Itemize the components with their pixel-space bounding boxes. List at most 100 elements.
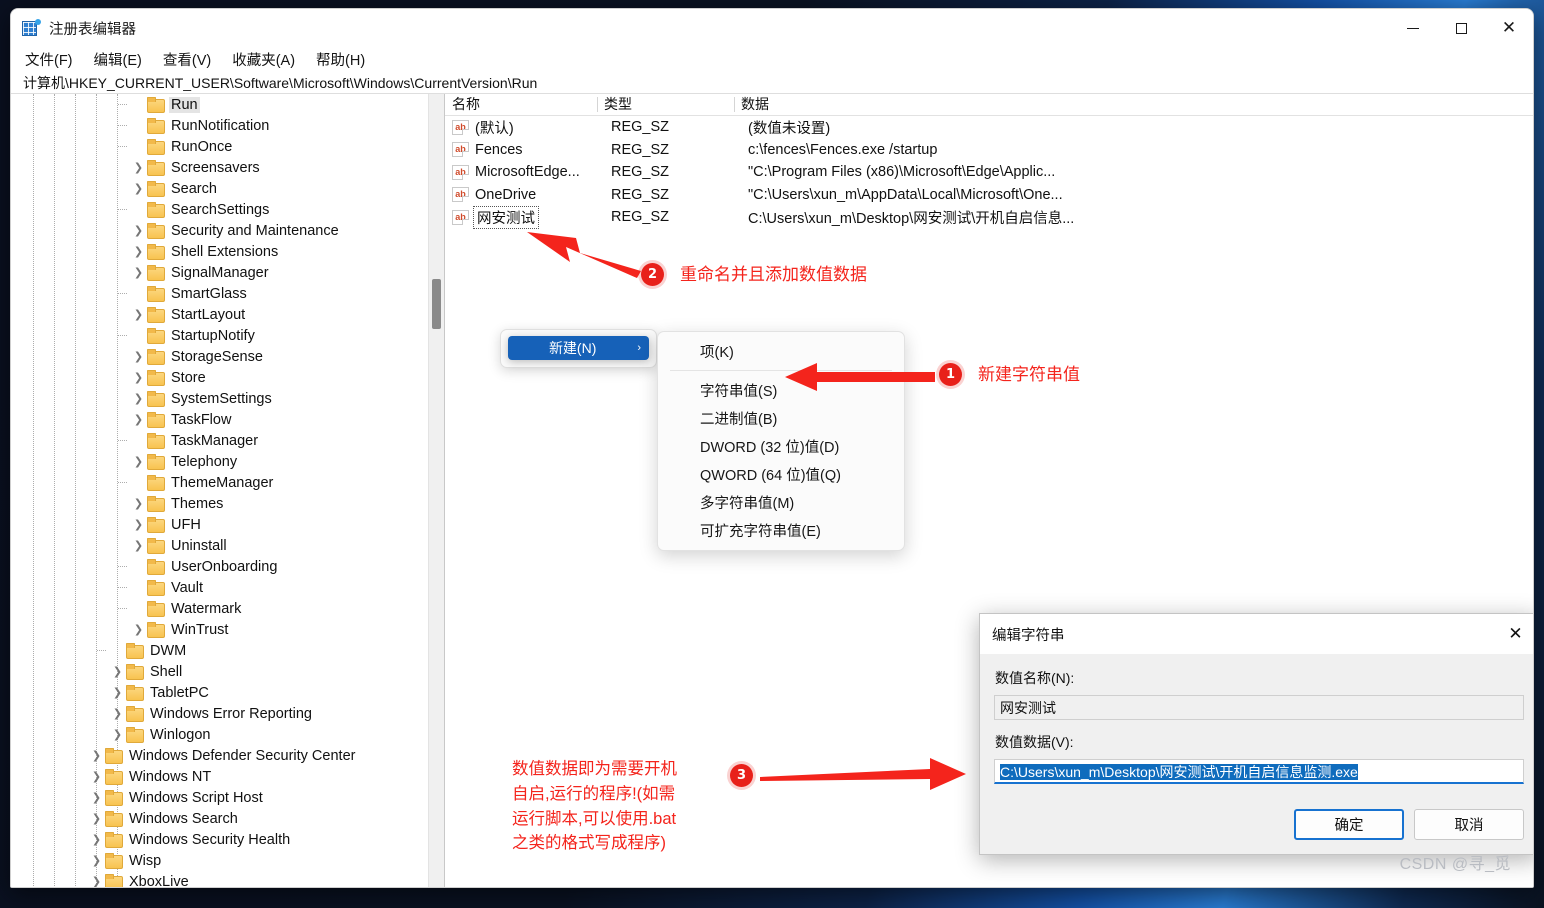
ok-button[interactable]: 确定 <box>1294 809 1404 840</box>
tree-item-windows-security-health[interactable]: ❯ Windows Security Health <box>11 829 428 850</box>
tree-item-themes[interactable]: ❯ Themes <box>11 493 428 514</box>
chevron-right-icon[interactable]: ❯ <box>130 346 147 367</box>
close-button[interactable]: ✕ <box>1485 9 1533 47</box>
chevron-right-icon[interactable]: ❯ <box>109 724 126 745</box>
tree-item-windows-nt[interactable]: ❯ Windows NT <box>11 766 428 787</box>
value-data-input[interactable]: C:\Users\xun_m\Desktop\网安测试\开机自启信息监测.exe <box>994 759 1524 784</box>
menu-item-edit[interactable]: 编辑(E) <box>94 49 142 70</box>
tree-item-windows-search[interactable]: ❯ Windows Search <box>11 808 428 829</box>
tree-item-search[interactable]: ❯ Search <box>11 178 428 199</box>
submenu-item-multi-string-value[interactable]: 多字符串值(M) <box>658 488 904 516</box>
tree-item-storagesense[interactable]: ❯ StorageSense <box>11 346 428 367</box>
tree-item-searchsettings[interactable]: SearchSettings <box>11 199 428 220</box>
tree-item-store[interactable]: ❯ Store <box>11 367 428 388</box>
dialog-close-button[interactable]: ✕ <box>1493 614 1533 654</box>
tree-item-shell-extensions[interactable]: ❯ Shell Extensions <box>11 241 428 262</box>
column-header-type[interactable]: 类型 <box>597 94 734 115</box>
chevron-right-icon[interactable]: ❯ <box>130 535 147 556</box>
chevron-right-icon[interactable]: ❯ <box>88 829 105 850</box>
menu-item-file[interactable]: 文件(F) <box>25 49 73 70</box>
tree-item-ufh[interactable]: ❯ UFH <box>11 514 428 535</box>
chevron-right-icon[interactable]: ❯ <box>130 304 147 325</box>
tree-item-screensavers[interactable]: ❯ Screensavers <box>11 157 428 178</box>
tree-scrollbar-thumb[interactable] <box>432 279 441 329</box>
chevron-right-icon[interactable]: ❯ <box>130 220 147 241</box>
tree-item-taskflow[interactable]: ❯ TaskFlow <box>11 409 428 430</box>
tree-item-smartglass[interactable]: SmartGlass <box>11 283 428 304</box>
menu-item-favorites[interactable]: 收藏夹(A) <box>232 49 295 70</box>
tree-item-windows-script-host[interactable]: ❯ Windows Script Host <box>11 787 428 808</box>
column-header-name[interactable]: 名称 <box>445 94 597 115</box>
address-bar[interactable]: 计算机\HKEY_CURRENT_USER\Software\Microsoft… <box>11 72 1533 94</box>
table-row[interactable]: ab 网安测试 REG_SZ C:\Users\xun_m\Desktop\网安测试\… <box>445 205 1533 229</box>
submenu-item-key[interactable]: 项(K) <box>658 337 904 365</box>
tree-item-telephony[interactable]: ❯ Telephony <box>11 451 428 472</box>
annotation-text-3: 数值数据即为需要开机 自启,运行的程序!(如需 运行脚本,可以使用.bat 之类… <box>512 760 677 853</box>
tree-item-xboxlive[interactable]: ❯ XboxLive <box>11 871 428 887</box>
chevron-right-icon[interactable]: ❯ <box>88 745 105 766</box>
tree-item-wisp[interactable]: ❯ Wisp <box>11 850 428 871</box>
tree-item-watermark[interactable]: Watermark <box>11 598 428 619</box>
chevron-right-icon[interactable]: ❯ <box>130 367 147 388</box>
tree-item-thememanager[interactable]: ThemeManager <box>11 472 428 493</box>
chevron-right-icon[interactable]: ❯ <box>109 703 126 724</box>
submenu-item-qword-value[interactable]: QWORD (64 位)值(Q) <box>658 460 904 488</box>
submenu-item-expandable-string-value[interactable]: 可扩充字符串值(E) <box>658 516 904 544</box>
chevron-right-icon[interactable]: ❯ <box>130 388 147 409</box>
chevron-right-icon[interactable]: ❯ <box>88 787 105 808</box>
maximize-button[interactable] <box>1437 9 1485 47</box>
chevron-right-icon[interactable]: ❯ <box>130 451 147 472</box>
chevron-right-icon[interactable]: ❯ <box>88 766 105 787</box>
chevron-right-icon[interactable]: ❯ <box>88 871 105 887</box>
context-menu-item-new[interactable]: 新建(N) › <box>508 336 649 360</box>
column-header-data[interactable]: 数据 <box>734 94 1084 115</box>
tree-item-startupnotify[interactable]: StartupNotify <box>11 325 428 346</box>
minimize-button[interactable] <box>1389 9 1437 47</box>
chevron-right-icon[interactable]: ❯ <box>109 682 126 703</box>
table-row[interactable]: ab OneDrive REG_SZ "C:\Users\xun_m\AppData\… <box>445 184 1533 207</box>
table-row[interactable]: ab MicrosoftEdge... REG_SZ "C:\Program File… <box>445 161 1533 184</box>
chevron-right-icon[interactable]: ❯ <box>130 409 147 430</box>
submenu-item-string-value[interactable]: 字符串值(S) <box>658 376 904 404</box>
submenu-item-binary-value[interactable]: 二进制值(B) <box>658 404 904 432</box>
tree-item-vault[interactable]: Vault <box>11 577 428 598</box>
chevron-right-icon[interactable]: ❯ <box>130 262 147 283</box>
submenu-item-dword-value[interactable]: DWORD (32 位)值(D) <box>658 432 904 460</box>
tree-item-winlogon[interactable]: ❯ Winlogon <box>11 724 428 745</box>
menu-item-view[interactable]: 查看(V) <box>163 49 211 70</box>
tree-item-signalmanager[interactable]: ❯ SignalManager <box>11 262 428 283</box>
tree-item-useronboarding[interactable]: UserOnboarding <box>11 556 428 577</box>
tree-scrollbar[interactable] <box>428 94 444 887</box>
table-row[interactable]: ab Fences REG_SZ c:\fences\Fences.exe /star… <box>445 139 1533 162</box>
chevron-right-icon[interactable]: ❯ <box>130 493 147 514</box>
chevron-right-icon[interactable]: ❯ <box>88 850 105 871</box>
cancel-button[interactable]: 取消 <box>1414 809 1524 840</box>
chevron-right-icon[interactable]: ❯ <box>130 514 147 535</box>
value-name-input[interactable]: 网安测试 <box>994 695 1524 720</box>
tree-item-taskmanager[interactable]: TaskManager <box>11 430 428 451</box>
tree-item-tabletpc[interactable]: ❯ TabletPC <box>11 682 428 703</box>
tree-item-startlayout[interactable]: ❯ StartLayout <box>11 304 428 325</box>
tree-item-dwm[interactable]: DWM <box>11 640 428 661</box>
tree-item-run[interactable]: Run <box>11 94 428 115</box>
values-list[interactable]: ab (默认) REG_SZ (数值未设置) ab Fences REG_SZ c:\fenc… <box>445 116 1533 229</box>
tree-item-runnotification[interactable]: RunNotification <box>11 115 428 136</box>
table-row[interactable]: ab (默认) REG_SZ (数值未设置) <box>445 116 1533 139</box>
tree-item-uninstall[interactable]: ❯ Uninstall <box>11 535 428 556</box>
chevron-right-icon[interactable]: ❯ <box>130 619 147 640</box>
chevron-right-icon[interactable]: ❯ <box>130 178 147 199</box>
tree-item-systemsettings[interactable]: ❯ SystemSettings <box>11 388 428 409</box>
tree-item-windows-error-reporting[interactable]: ❯ Windows Error Reporting <box>11 703 428 724</box>
chevron-right-icon[interactable]: ❯ <box>130 241 147 262</box>
registry-tree[interactable]: Run RunNotification RunOnce ❯ Screensavers ❯ S… <box>11 94 428 887</box>
tree-item-wintrust[interactable]: ❯ WinTrust <box>11 619 428 640</box>
chevron-right-icon[interactable]: ❯ <box>130 157 147 178</box>
chevron-right-icon[interactable]: ❯ <box>88 808 105 829</box>
tree-item-runonce[interactable]: RunOnce <box>11 136 428 157</box>
tree-item-shell[interactable]: ❯ Shell <box>11 661 428 682</box>
tree-item-windows-defender-security-center[interactable]: ❯ Windows Defender Security Center <box>11 745 428 766</box>
tree-item-security-and-maintenance[interactable]: ❯ Security and Maintenance <box>11 220 428 241</box>
menu-item-help[interactable]: 帮助(H) <box>316 49 365 70</box>
chevron-right-icon[interactable]: ❯ <box>109 661 126 682</box>
